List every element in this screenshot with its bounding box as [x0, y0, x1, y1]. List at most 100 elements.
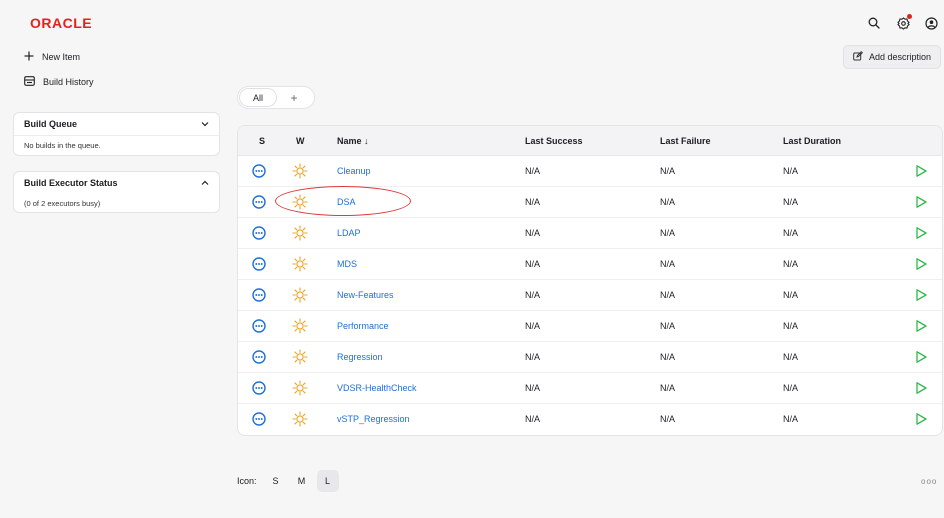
build-status-icon[interactable]: [252, 195, 266, 209]
last-failure-cell: N/A: [660, 321, 676, 331]
last-duration-cell: N/A: [783, 414, 799, 424]
header-w[interactable]: W: [296, 136, 305, 146]
build-executor-message: (0 of 2 executors busy): [24, 198, 101, 208]
add-description-button[interactable]: Add description: [843, 45, 941, 69]
last-success-cell: N/A: [525, 383, 541, 393]
last-failure-cell: N/A: [660, 166, 676, 176]
weather-sunny-icon[interactable]: [292, 411, 308, 427]
icon-size-l[interactable]: L: [316, 470, 339, 492]
table-row: Regression N/A N/A N/A: [238, 342, 942, 373]
run-build-icon[interactable]: [914, 412, 928, 426]
last-success-cell: N/A: [525, 166, 541, 176]
weather-sunny-icon[interactable]: [292, 349, 308, 365]
job-name-link[interactable]: vSTP_Regression: [337, 414, 410, 424]
run-build-icon[interactable]: [914, 319, 928, 333]
job-name-link[interactable]: Regression: [337, 352, 383, 362]
icon-size-label: Icon:: [237, 476, 257, 486]
last-success-cell: N/A: [525, 259, 541, 269]
run-build-icon[interactable]: [914, 257, 928, 271]
build-executor-card: Build Executor Status (0 of 2 executors …: [13, 171, 220, 213]
build-executor-header[interactable]: Build Executor Status: [14, 172, 219, 194]
gear-icon[interactable]: [894, 14, 912, 32]
header-last-failure[interactable]: Last Failure: [660, 136, 711, 146]
last-failure-cell: N/A: [660, 414, 676, 424]
table-row: Cleanup N/A N/A N/A: [238, 156, 942, 187]
header: ORACLE: [0, 0, 944, 44]
run-build-icon[interactable]: [914, 195, 928, 209]
last-duration-cell: N/A: [783, 259, 799, 269]
build-status-icon[interactable]: [252, 164, 266, 178]
build-executor-title: Build Executor Status: [24, 178, 118, 188]
weather-sunny-icon[interactable]: [292, 318, 308, 334]
job-name-link[interactable]: LDAP: [337, 228, 361, 238]
header-last-duration[interactable]: Last Duration: [783, 136, 841, 146]
header-s[interactable]: S: [259, 136, 265, 146]
run-build-icon[interactable]: [914, 164, 928, 178]
run-build-icon[interactable]: [914, 350, 928, 364]
job-name-link[interactable]: New-Features: [337, 290, 394, 300]
new-item-link[interactable]: New Item: [24, 51, 80, 63]
job-name-link[interactable]: Cleanup: [337, 166, 371, 176]
run-build-icon[interactable]: [914, 288, 928, 302]
job-name-link[interactable]: MDS: [337, 259, 357, 269]
table-row: vSTP_Regression N/A N/A N/A: [238, 404, 942, 435]
table-header: S W Name ↓ Last Success Last Failure Las…: [238, 126, 942, 156]
chevron-down-icon[interactable]: [201, 119, 209, 129]
edit-icon: [853, 50, 863, 63]
build-queue-title: Build Queue: [24, 119, 78, 129]
last-failure-cell: N/A: [660, 352, 676, 362]
last-duration-cell: N/A: [783, 321, 799, 331]
build-status-icon[interactable]: [252, 412, 266, 426]
add-view-tab[interactable]: +: [276, 89, 312, 106]
header-last-success[interactable]: Last Success: [525, 136, 583, 146]
build-status-icon[interactable]: [252, 226, 266, 240]
build-status-icon[interactable]: [252, 288, 266, 302]
weather-sunny-icon[interactable]: [292, 380, 308, 396]
table-row: VDSR-HealthCheck N/A N/A N/A: [238, 373, 942, 404]
last-success-cell: N/A: [525, 228, 541, 238]
last-failure-cell: N/A: [660, 383, 676, 393]
notification-dot: [907, 14, 912, 19]
last-success-cell: N/A: [525, 414, 541, 424]
job-name-link[interactable]: VDSR-HealthCheck: [337, 383, 417, 393]
run-build-icon[interactable]: [914, 226, 928, 240]
build-status-icon[interactable]: [252, 319, 266, 333]
last-duration-cell: N/A: [783, 383, 799, 393]
build-queue-header[interactable]: Build Queue: [14, 113, 219, 135]
last-failure-cell: N/A: [660, 197, 676, 207]
job-name-link[interactable]: Performance: [337, 321, 389, 331]
jobs-table: S W Name ↓ Last Success Last Failure Las…: [237, 125, 943, 436]
view-tabs: All +: [237, 86, 315, 109]
last-failure-cell: N/A: [660, 228, 676, 238]
build-status-icon[interactable]: [252, 257, 266, 271]
oracle-logo[interactable]: ORACLE: [30, 15, 92, 31]
build-status-icon[interactable]: [252, 381, 266, 395]
chevron-up-icon[interactable]: [201, 178, 209, 188]
plus-icon: [24, 51, 34, 63]
user-icon[interactable]: [922, 14, 940, 32]
header-name[interactable]: Name ↓: [337, 136, 369, 146]
search-icon[interactable]: [865, 14, 883, 32]
weather-sunny-icon[interactable]: [292, 163, 308, 179]
last-failure-cell: N/A: [660, 259, 676, 269]
last-failure-cell: N/A: [660, 290, 676, 300]
table-row: Performance N/A N/A N/A: [238, 311, 942, 342]
more-options-icon[interactable]: ooo: [921, 477, 937, 486]
last-success-cell: N/A: [525, 321, 541, 331]
icon-size-s[interactable]: S: [265, 470, 287, 492]
build-status-icon[interactable]: [252, 350, 266, 364]
build-history-label: Build History: [43, 77, 94, 87]
last-duration-cell: N/A: [783, 166, 799, 176]
weather-sunny-icon[interactable]: [292, 225, 308, 241]
icon-size-m[interactable]: M: [291, 470, 313, 492]
run-build-icon[interactable]: [914, 381, 928, 395]
build-history-icon: [24, 76, 35, 88]
build-queue-card: Build Queue No builds in the queue.: [13, 112, 220, 156]
new-item-label: New Item: [42, 52, 81, 62]
last-duration-cell: N/A: [783, 228, 799, 238]
weather-sunny-icon[interactable]: [292, 287, 308, 303]
weather-sunny-icon[interactable]: [292, 256, 308, 272]
tab-all[interactable]: All: [240, 89, 276, 106]
icon-size-selector: Icon: S M L: [237, 470, 339, 492]
build-history-link[interactable]: Build History: [24, 76, 94, 88]
